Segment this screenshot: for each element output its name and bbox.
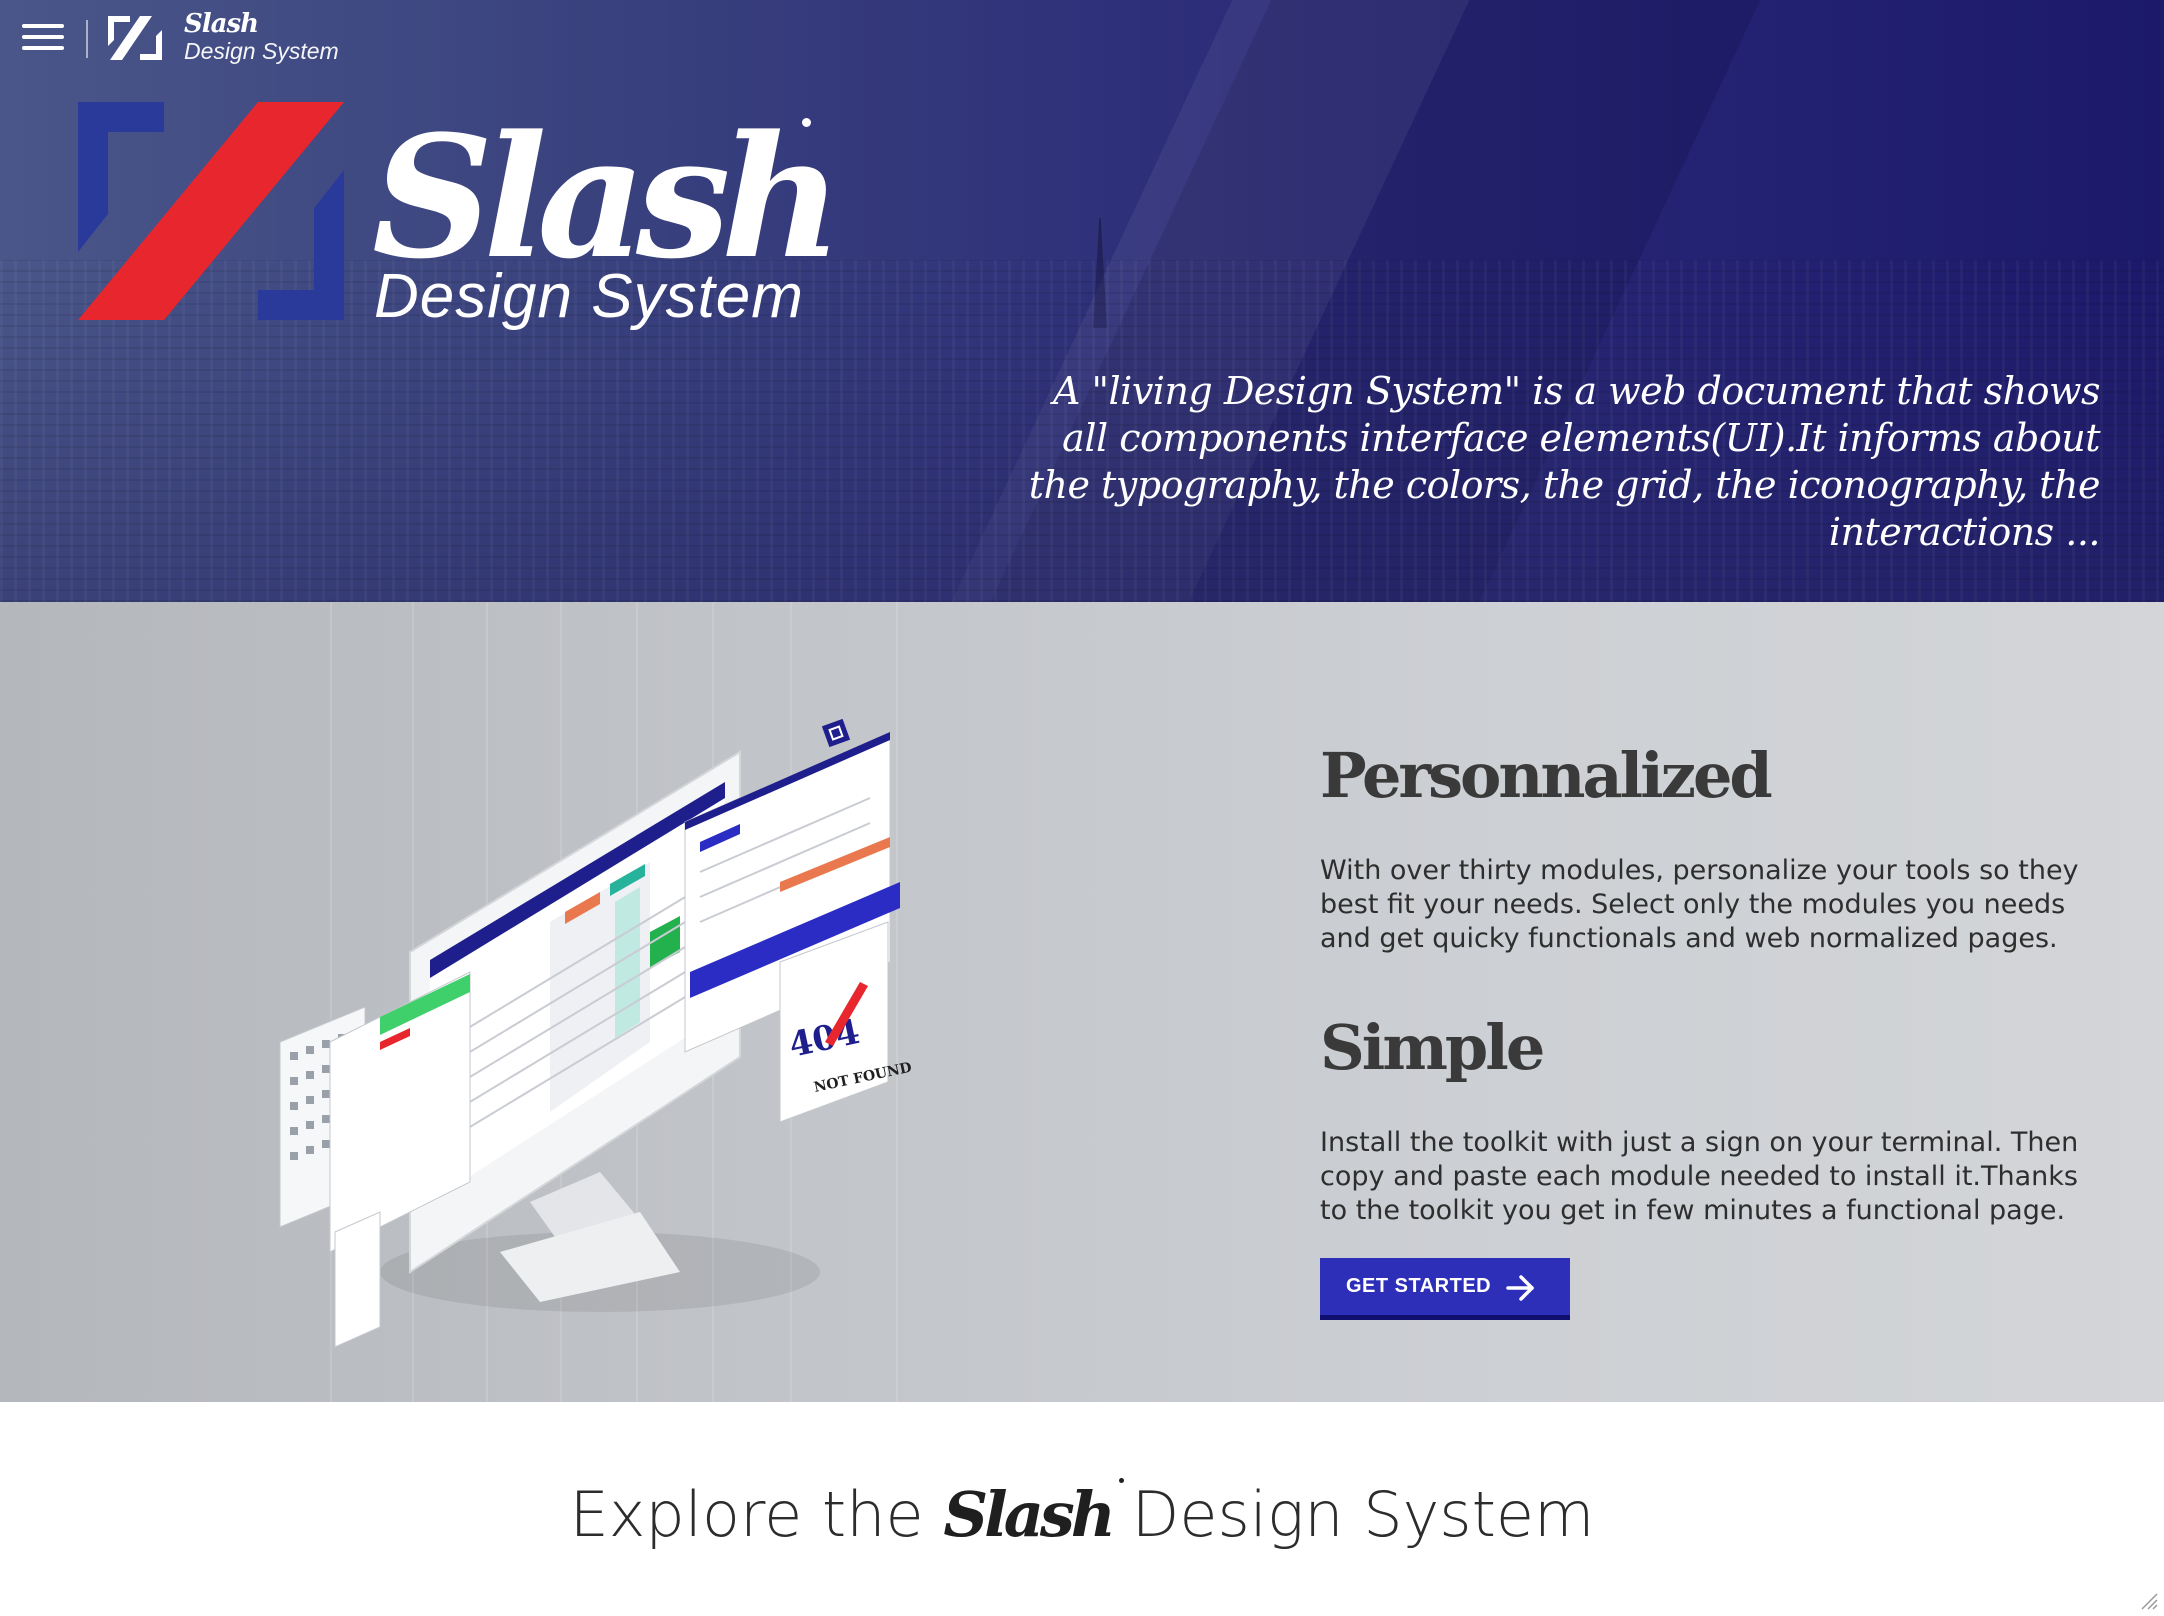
get-started-label: GET STARTED: [1346, 1275, 1492, 1297]
explore-section: Explore the Slash Design System: [0, 1402, 2164, 1616]
explore-brand: Slash: [943, 1478, 1124, 1551]
explore-suffix: Design System: [1131, 1478, 1595, 1551]
hamburger-icon[interactable]: [22, 24, 64, 54]
explore-brand-name: Slash: [943, 1478, 1115, 1551]
feature-text-simple: Install the toolkit with just a sign on …: [1320, 1127, 2079, 1226]
explore-prefix: Explore the: [569, 1478, 924, 1551]
feature-text-personnalized: With over thirty modules, personalize yo…: [1320, 855, 2079, 954]
header-brand-subtitle: Design System: [184, 38, 339, 64]
design-system-screens-illustration: 404 NOT FOUND: [279, 718, 913, 1348]
feature-title-personnalized: Personnalized: [1320, 739, 1773, 812]
hero-description: A "living Design System" is a web docume…: [1028, 369, 2101, 554]
features-section: 404 NOT FOUND Personnalized With over th…: [0, 602, 2164, 1402]
hero-brand-name: Slash: [372, 98, 843, 296]
hero-brand-subtitle: Design System: [374, 262, 804, 331]
slash-logo-icon[interactable]: [108, 16, 162, 60]
hero-brand-dot: [802, 118, 811, 127]
explore-heading: Explore the Slash Design System: [0, 1470, 2164, 1560]
hero-banner: Slash Design System Slash Design System …: [0, 0, 2164, 602]
header-brand-name: Slash: [184, 9, 259, 39]
header-brand[interactable]: Slash Design System: [184, 10, 339, 64]
topbar-divider: [86, 20, 88, 58]
slash-big-logo-icon: [78, 102, 344, 320]
get-started-button[interactable]: GET STARTED: [1320, 1258, 1570, 1320]
feature-title-simple: Simple: [1320, 1011, 1545, 1084]
arrow-right-icon: [1506, 1275, 1534, 1301]
resize-handle-icon[interactable]: [2138, 1590, 2158, 1610]
explore-brand-dot: [1118, 1478, 1124, 1483]
